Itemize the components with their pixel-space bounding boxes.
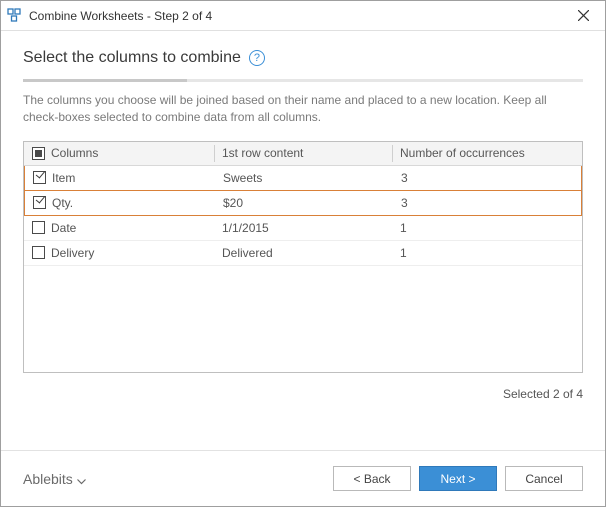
wizard-window: Combine Worksheets - Step 2 of 4 Select … [0, 0, 606, 507]
select-all-checkbox[interactable] [32, 147, 45, 160]
cell-first-row: $20 [215, 191, 393, 215]
header-first-row[interactable]: 1st row content [214, 142, 392, 165]
back-button[interactable]: < Back [333, 466, 411, 491]
cell-first-row: Delivered [214, 241, 392, 265]
row-name-label: Date [51, 221, 76, 235]
header-columns-label: Columns [51, 146, 98, 160]
brand-menu[interactable]: Ablebits [23, 471, 325, 487]
header-columns[interactable]: Columns [24, 142, 214, 165]
cancel-button[interactable]: Cancel [505, 466, 583, 491]
cell-column-name: Delivery [24, 241, 214, 265]
grid-rows: ItemSweets3Qty.$203Date1/1/20151Delivery… [24, 166, 582, 372]
table-row[interactable]: Date 1/1/20151 [24, 216, 582, 241]
table-row[interactable]: Delivery Delivered1 [24, 241, 582, 266]
titlebar: Combine Worksheets - Step 2 of 4 [1, 1, 605, 31]
row-name-label: Qty. [52, 196, 73, 210]
brand-label: Ablebits [23, 471, 73, 487]
table-row[interactable]: Item Sweets3 [24, 166, 582, 191]
close-icon [578, 10, 589, 21]
close-button[interactable] [561, 1, 605, 30]
row-checkbox[interactable] [32, 246, 45, 259]
app-icon [7, 8, 23, 24]
cell-occurrences: 1 [392, 216, 582, 240]
heading-row: Select the columns to combine ? [23, 49, 583, 67]
cell-occurrences: 3 [393, 166, 581, 190]
row-checkbox[interactable] [32, 221, 45, 234]
next-button[interactable]: Next > [419, 466, 497, 491]
cell-column-name: Item [25, 166, 215, 190]
grid-header: Columns 1st row content Number of occurr… [24, 142, 582, 166]
cell-first-row: 1/1/2015 [214, 216, 392, 240]
columns-grid: Columns 1st row content Number of occurr… [23, 141, 583, 373]
cell-occurrences: 3 [393, 191, 581, 215]
window-title: Combine Worksheets - Step 2 of 4 [29, 9, 561, 23]
row-checkbox[interactable] [33, 196, 46, 209]
chevron-down-icon [77, 472, 86, 488]
footer: Ablebits < Back Next > Cancel [1, 450, 605, 506]
wizard-body: Select the columns to combine ? The colu… [1, 31, 605, 450]
progress-bar [23, 79, 583, 82]
cell-column-name: Date [24, 216, 214, 240]
header-first-row-label: 1st row content [222, 146, 303, 160]
page-description: The columns you choose will be joined ba… [23, 92, 583, 127]
header-occurrences[interactable]: Number of occurrences [392, 142, 582, 165]
row-checkbox[interactable] [33, 171, 46, 184]
cell-column-name: Qty. [25, 191, 215, 215]
row-name-label: Item [52, 171, 75, 185]
cell-first-row: Sweets [215, 166, 393, 190]
cell-occurrences: 1 [392, 241, 582, 265]
help-icon[interactable]: ? [249, 50, 265, 66]
table-row[interactable]: Qty. $203 [24, 190, 582, 216]
page-heading: Select the columns to combine [23, 49, 241, 67]
header-occurrences-label: Number of occurrences [400, 146, 525, 160]
row-name-label: Delivery [51, 246, 94, 260]
selection-status: Selected 2 of 4 [23, 373, 583, 401]
